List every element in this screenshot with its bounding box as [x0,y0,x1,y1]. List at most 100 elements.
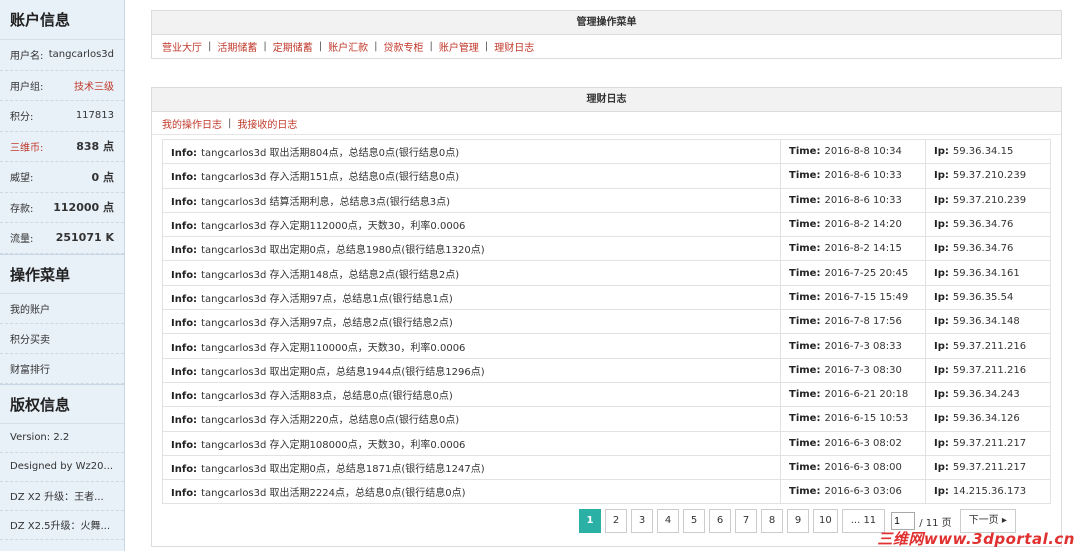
log-info-cell: Info: tangcarlos3d 取出定期0点，总结息1980点(银行结息13… [162,236,781,262]
log-ip-cell: Ip: 59.36.34.15 [925,139,1051,165]
link-current-savings[interactable]: 活期储蓄 [217,39,257,54]
log-time-cell: Time: 2016-6-3 03:06 [780,479,926,505]
log-time-cell: Time: 2016-7-3 08:30 [780,358,926,383]
log-info-cell: Info: tangcarlos3d 存入活期151点，总结息0点(银行结息0点) [162,163,781,189]
account-row-deposit: 存款: 112000 点 [0,193,124,223]
table-row: Info: tangcarlos3d 存入活期220点，总结息0点(银行结息0点)… [162,406,1051,432]
table-row: Info: tangcarlos3d 存入定期110000点，天数30，利率0.0… [162,333,1051,359]
log-info-cell: Info: tangcarlos3d 存入活期83点，总结息0点(银行结息0点) [162,382,781,408]
log-time-cell: Time: 2016-6-15 10:53 [780,406,926,432]
log-time-cell: Time: 2016-8-2 14:15 [780,236,926,262]
log-ip-cell: Ip: 59.36.34.76 [925,212,1051,238]
log-ip-cell: Ip: 59.37.211.217 [925,431,1051,456]
account-row-traffic: 流量: 251071 K [0,223,124,254]
log-time-cell: Time: 2016-8-8 10:34 [780,139,926,165]
log-info-cell: Info: tangcarlos3d 取出定期0点，总结息1944点(银行结息12… [162,358,781,383]
table-row: Info: tangcarlos3d 存入活期97点，总结息2点(银行结息2点) T… [162,309,1051,335]
log-ip-cell: Ip: 59.36.34.148 [925,309,1051,335]
log-ip-cell: Ip: 59.36.34.76 [925,236,1051,262]
log-ip-cell: Ip: 59.37.211.216 [925,333,1051,359]
sidebar-item-points-trade[interactable]: 积分买卖 [0,324,124,354]
page-button[interactable]: 7 [735,509,757,533]
log-tabs: 我的操作日志 | 我接收的日志 [152,112,1061,135]
finance-log-panel: 理财日志 我的操作日志 | 我接收的日志 Info: tangcarlos3d 取出… [151,87,1062,547]
page-button[interactable]: 9 [787,509,809,533]
log-time-cell: Time: 2016-7-15 15:49 [780,285,926,311]
sidebar: 账户信息 用户名: tangcarlos3d 用户组: 技术三级 积分: 117813… [0,0,125,551]
page-button[interactable]: 1 [579,509,601,533]
log-info-cell: Info: tangcarlos3d 存入活期148点，总结息2点(银行结息2点) [162,260,781,286]
link-fixed-savings[interactable]: 定期储蓄 [273,39,313,54]
page-button[interactable]: 10 [813,509,838,533]
page-button[interactable]: 8 [761,509,783,533]
tab-my-logs[interactable]: 我的操作日志 [162,116,222,131]
log-time-cell: Time: 2016-8-6 10:33 [780,188,926,213]
log-ip-cell: Ip: 59.37.210.239 [925,188,1051,213]
account-info-title: 账户信息 [0,0,124,40]
table-row: Info: tangcarlos3d 存入活期151点，总结息0点(银行结息0点)… [162,163,1051,189]
coins-value: 838 点 [76,140,114,154]
table-row: Info: tangcarlos3d 存入定期112000点，天数30，利率0.0… [162,212,1051,238]
table-row: Info: tangcarlos3d 取出定期0点，总结息1944点(银行结息12… [162,358,1051,383]
finance-log-title: 理财日志 [152,88,1061,112]
username-value: tangcarlos3d [48,49,114,61]
log-time-cell: Time: 2016-6-21 20:18 [780,382,926,408]
log-info-cell: Info: tangcarlos3d 存入活期220点，总结息0点(银行结息0点) [162,406,781,432]
link-business-hall[interactable]: 营业大厅 [162,39,202,54]
copyright-title: 版权信息 [0,383,124,424]
upgrade-x25-text: DZ X2.5升级：火舞... [0,511,124,540]
log-ip-cell: Ip: 59.37.211.217 [925,455,1051,481]
tab-received-logs[interactable]: 我接收的日志 [237,116,297,131]
table-row: Info: tangcarlos3d 取出定期0点，总结息1871点(银行结息12… [162,455,1051,481]
table-row: Info: tangcarlos3d 存入活期83点，总结息0点(银行结息0点) T… [162,382,1051,408]
page-button[interactable]: 3 [631,509,653,533]
sidebar-item-wealth-rank[interactable]: 财富排行 [0,354,124,384]
page-button[interactable]: 4 [657,509,679,533]
log-ip-cell: Ip: 59.36.35.54 [925,285,1051,311]
log-ip-cell: Ip: 14.215.36.173 [925,479,1051,505]
log-info-cell: Info: tangcarlos3d 存入定期110000点，天数30，利率0.0… [162,333,781,359]
prestige-value: 0 点 [91,170,114,184]
log-info-cell: Info: tangcarlos3d 存入定期112000点，天数30，利率0.0… [162,212,781,238]
page-button[interactable]: 2 [605,509,627,533]
account-row-coins: 三维币: 838 点 [0,132,124,162]
admin-menu-title: 管理操作菜单 [152,11,1061,35]
log-time-cell: Time: 2016-8-6 10:33 [780,163,926,189]
log-info-cell: Info: tangcarlos3d 存入活期97点，总结息1点(银行结息1点) [162,285,781,311]
upgrade-x2-text: DZ X2 升级：王者... [0,482,124,511]
log-info-cell: Info: tangcarlos3d 取出活期2224点，总结息0点(银行结息0点… [162,479,781,505]
admin-menu-links: 营业大厅 | 活期储蓄 | 定期储蓄 | 账户汇款 | 贷款专柜 | 账户管理 | 理财日志 [162,39,535,54]
operation-menu-title: 操作菜单 [0,253,124,294]
usergroup-value[interactable]: 技术三级 [74,78,114,93]
table-row: Info: tangcarlos3d 取出定期0点，总结息1980点(银行结息13… [162,236,1051,262]
page-button[interactable]: 6 [709,509,731,533]
sidebar-item-my-account[interactable]: 我的账户 [0,294,124,324]
log-time-cell: Time: 2016-6-3 08:02 [780,431,926,456]
link-remittance[interactable]: 账户汇款 [328,39,368,54]
log-ip-cell: Ip: 59.36.34.126 [925,406,1051,432]
log-ip-cell: Ip: 59.36.34.161 [925,260,1051,286]
log-time-cell: Time: 2016-6-3 08:00 [780,455,926,481]
page-button[interactable]: 5 [683,509,705,533]
log-time-cell: Time: 2016-8-2 14:20 [780,212,926,238]
table-row: Info: tangcarlos3d 存入活期148点，总结息2点(银行结息2点)… [162,260,1051,286]
link-loan-counter[interactable]: 贷款专柜 [384,39,424,54]
log-info-cell: Info: tangcarlos3d 结算活期利息，总结息3点(银行结息3点) [162,188,781,213]
designer-text: Designed by Wz20... [0,453,124,482]
log-ip-cell: Ip: 59.37.211.216 [925,358,1051,383]
points-value: 117813 [75,110,114,122]
log-time-cell: Time: 2016-7-8 17:56 [780,309,926,335]
page-total: / 11 页 [919,517,952,529]
account-row-username: 用户名: tangcarlos3d [0,40,124,71]
link-account-manage[interactable]: 账户管理 [439,39,479,54]
traffic-value: 251071 K [55,231,114,245]
table-row: Info: tangcarlos3d 取出活期2224点，总结息0点(银行结息0点… [162,479,1051,505]
table-row: Info: tangcarlos3d 存入定期108000点，天数30，利率0.0… [162,431,1051,456]
deposit-value: 112000 点 [53,201,114,215]
log-info-cell: Info: tangcarlos3d 取出活期804点，总结息0点(银行结息0点) [162,139,781,165]
account-row-prestige: 威望: 0 点 [0,162,124,193]
log-info-cell: Info: tangcarlos3d 取出定期0点，总结息1871点(银行结息12… [162,455,781,481]
table-row: Info: tangcarlos3d 取出活期804点，总结息0点(银行结息0点)… [162,139,1051,165]
link-finance-log[interactable]: 理财日志 [494,39,534,54]
log-time-cell: Time: 2016-7-3 08:33 [780,333,926,359]
